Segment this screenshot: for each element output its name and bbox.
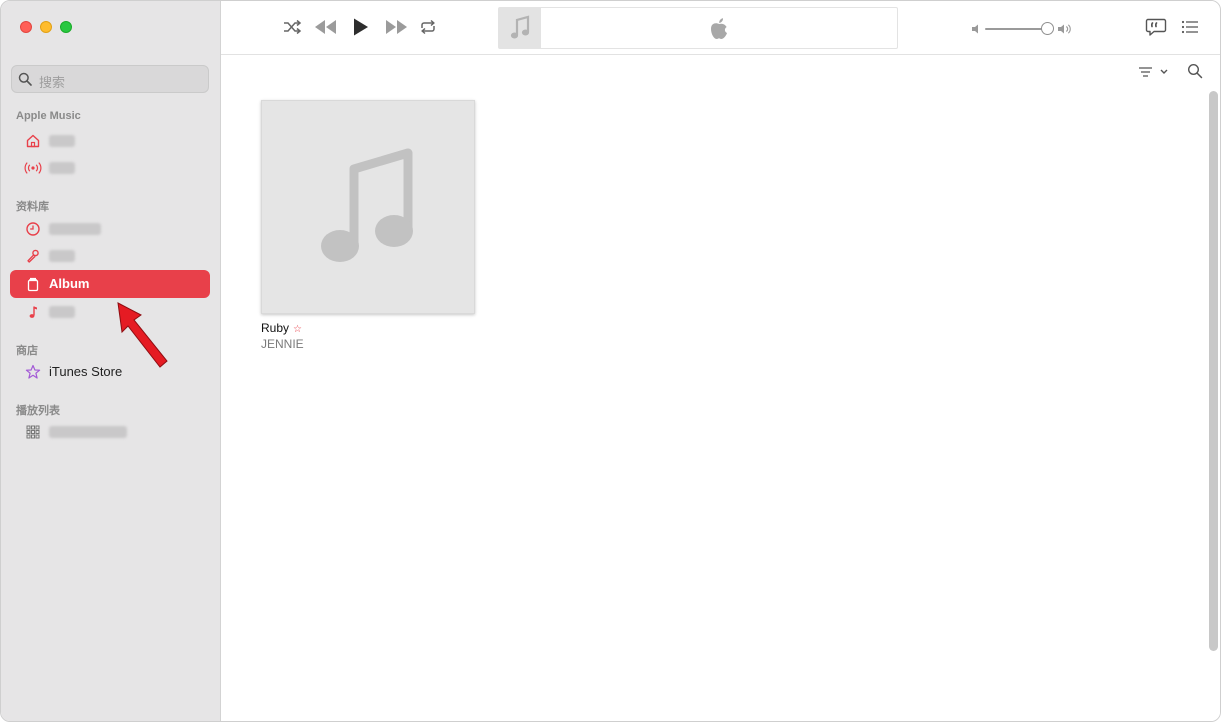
sort-options-icon[interactable] [1137,65,1171,79]
close-window-button[interactable] [20,21,32,33]
sidebar-item-songs[interactable] [10,298,210,326]
now-playing-artwork [499,8,541,48]
apple-logo-icon [711,18,727,39]
sidebar-item-label-redacted [49,162,75,174]
sidebar-item-label-redacted [49,426,127,438]
search-icon [18,72,32,86]
repeat-icon[interactable] [417,16,439,38]
album-title[interactable]: Ruby [261,321,289,335]
album-card[interactable]: Ruby ☆ JENNIE [261,100,475,351]
sidebar: 搜索 Apple Music 资料库 Album 商店 iTunes Store… [1,1,221,721]
volume-high-icon [1058,24,1071,34]
grid-icon [26,425,40,439]
album-artwork[interactable] [261,100,475,314]
maximize-window-button[interactable] [60,21,72,33]
now-playing-display[interactable] [498,7,898,49]
music-note-icon [29,306,37,318]
sidebar-item-home[interactable] [10,127,210,155]
player-toolbar [221,1,1220,55]
sidebar-item-album[interactable]: Album [10,270,210,298]
music-window: 搜索 Apple Music 资料库 Album 商店 iTunes Store… [0,0,1221,722]
music-note-icon [510,15,530,39]
volume-low-icon [972,24,978,34]
rewind-icon[interactable] [313,16,339,38]
sidebar-item-label-redacted [49,135,75,147]
sidebar-item-label-redacted [49,306,75,318]
home-icon [26,134,40,148]
fast-forward-icon[interactable] [383,16,409,38]
minimize-window-button[interactable] [40,21,52,33]
section-apple-music: Apple Music [16,110,81,122]
main-content: Ruby ☆ JENNIE [221,55,1220,721]
sidebar-item-label-redacted [49,223,101,235]
album-artist[interactable]: JENNIE [261,337,475,351]
up-next-list-icon[interactable] [1181,19,1199,35]
sidebar-item-recent[interactable] [10,215,210,243]
search-icon[interactable] [1187,63,1203,79]
sidebar-item-label: iTunes Store [49,364,123,379]
search-placeholder: 搜索 [39,75,66,90]
radio-icon [24,162,42,174]
section-library: 资料库 [16,201,49,213]
sidebar-item-all-playlists[interactable] [10,418,210,446]
sidebar-item-artists[interactable] [10,242,210,270]
lyrics-icon[interactable] [1145,17,1167,37]
album-icon [27,277,39,292]
favorite-star-icon: ☆ [293,324,302,335]
section-store: 商店 [16,345,38,357]
sidebar-item-radio[interactable] [10,154,210,182]
album-title-row: Ruby ☆ [261,321,475,335]
music-note-icon [321,148,413,262]
clock-icon [26,222,40,236]
shuffle-icon[interactable] [281,16,303,38]
vertical-scrollbar[interactable] [1209,91,1218,651]
sidebar-item-label: Album [49,276,90,291]
sidebar-item-label-redacted [49,250,75,262]
volume-knob[interactable] [1041,22,1054,35]
microphone-icon [27,249,39,263]
search-field[interactable]: 搜索 [11,65,209,93]
section-playlists: 播放列表 [16,405,60,417]
sidebar-item-itunes-store[interactable]: iTunes Store [10,358,210,386]
volume-slider[interactable] [971,19,1075,39]
star-icon [25,364,41,379]
play-icon[interactable] [349,16,371,38]
